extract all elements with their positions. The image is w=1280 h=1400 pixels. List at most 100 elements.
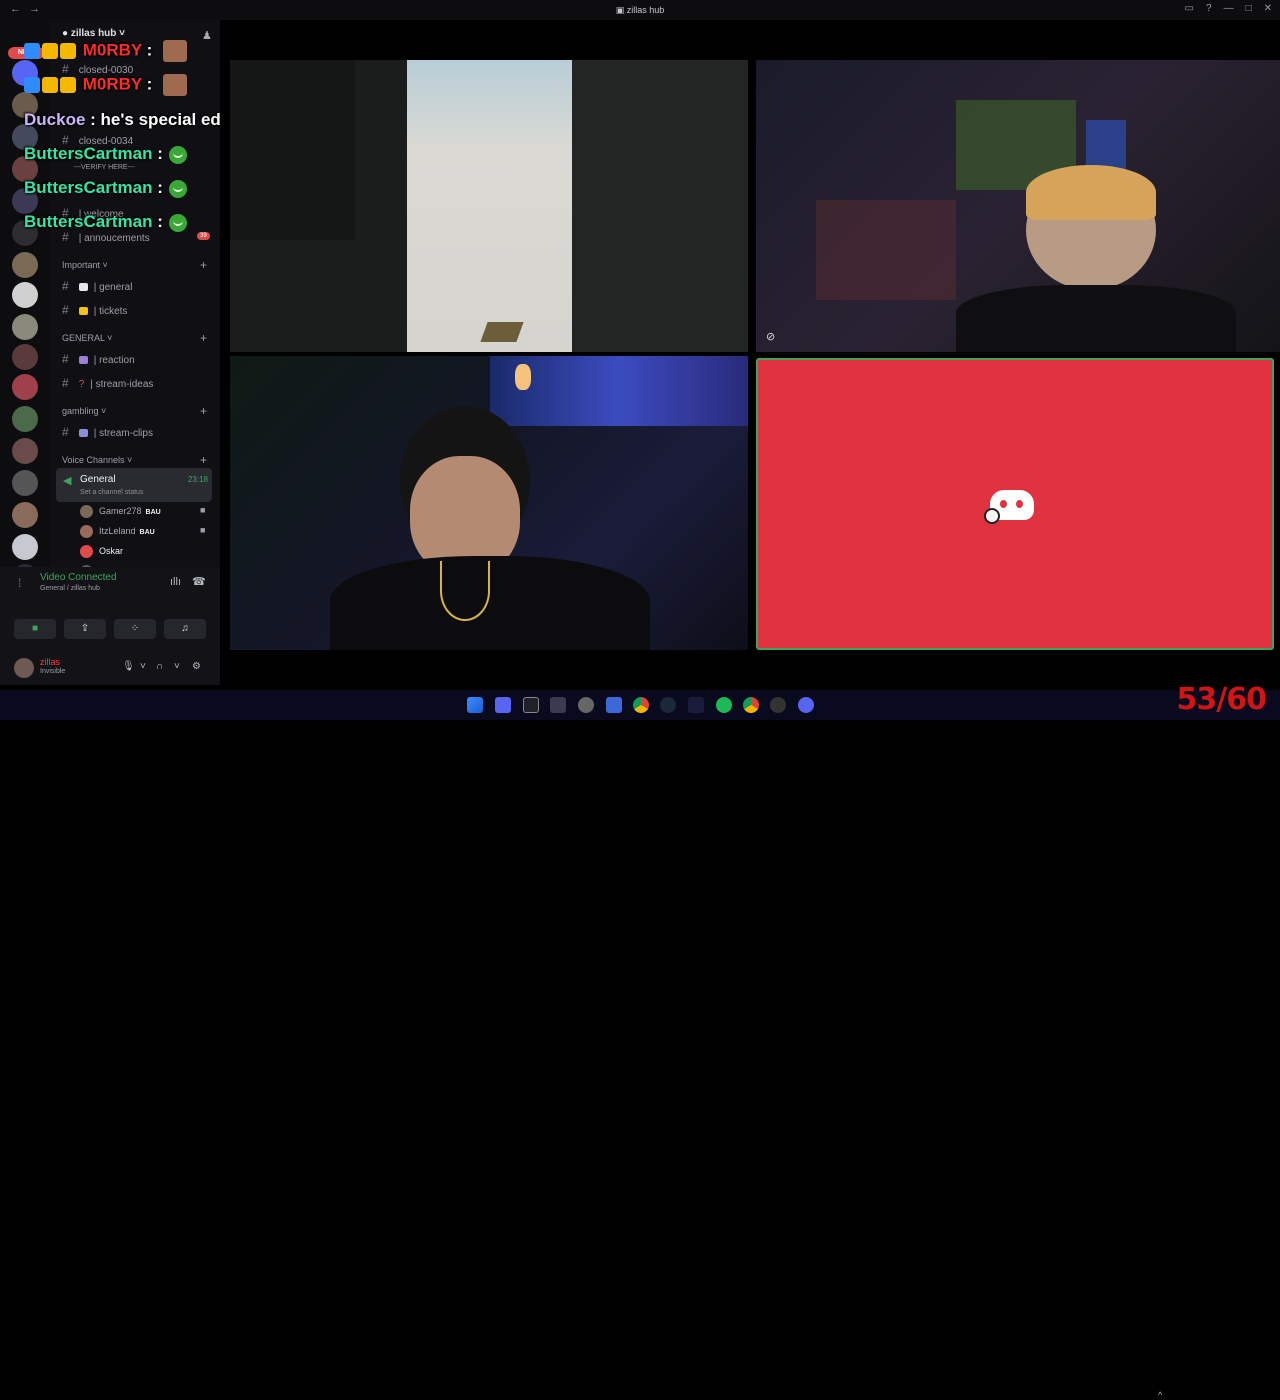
spotify-icon[interactable] bbox=[716, 697, 732, 713]
channel-verify[interactable]: ---VERIFY HERE--- bbox=[74, 164, 135, 171]
channel-general[interactable]: # | general bbox=[62, 279, 132, 293]
badge-icon bbox=[24, 77, 40, 93]
discord-icon[interactable] bbox=[798, 697, 814, 713]
video-tile-avatar-oskar[interactable] bbox=[756, 358, 1274, 650]
badge-icon bbox=[42, 43, 58, 59]
server-icon[interactable] bbox=[12, 502, 38, 528]
speech-bubble-icon bbox=[78, 283, 88, 292]
chat-username: Duckoe bbox=[24, 110, 86, 129]
clip-icon bbox=[78, 429, 88, 438]
channel-stream-ideas[interactable]: #? | stream-ideas bbox=[62, 376, 153, 390]
server-name[interactable]: ● zillas hub ˅ bbox=[62, 28, 125, 39]
chevron-down-icon[interactable]: ˅ bbox=[140, 661, 146, 672]
chat-line: Duckoe : he's special ed bbox=[24, 110, 221, 130]
add-channel-icon[interactable]: + bbox=[200, 404, 207, 418]
voice-user[interactable]: ItzLeland BAU bbox=[80, 525, 155, 538]
chat-text: : bbox=[146, 74, 153, 94]
voice-channel-general[interactable]: ◀ General Set a channel status 23:18 bbox=[56, 468, 212, 502]
video-tile-screenshare[interactable] bbox=[230, 60, 748, 352]
logo-eye bbox=[1000, 500, 1007, 508]
user-tag: BAU bbox=[139, 528, 155, 536]
video-tile-webcam-2[interactable] bbox=[230, 356, 748, 650]
app-grid-icon[interactable] bbox=[495, 697, 511, 713]
window-title: ▣ zillas hub bbox=[615, 5, 665, 15]
speaker-icon: ◀ bbox=[63, 475, 72, 487]
disconnect-icon[interactable]: ☎ bbox=[192, 575, 206, 588]
inbox-icon[interactable]: ▭ bbox=[1185, 3, 1194, 14]
gear-icon[interactable]: ⚙ bbox=[192, 661, 201, 672]
voice-channel-timer: 23:18 bbox=[187, 475, 208, 484]
maximize-icon[interactable]: □ bbox=[1246, 3, 1252, 14]
app-icon[interactable] bbox=[550, 697, 566, 713]
server-icon[interactable] bbox=[12, 314, 38, 340]
category-general[interactable]: GENERAL ˅ bbox=[62, 333, 112, 343]
vscode-icon[interactable] bbox=[606, 697, 622, 713]
microphone-icon[interactable]: 🎙 bbox=[122, 661, 135, 672]
add-member-icon[interactable]: ♟ bbox=[202, 29, 212, 42]
channel-tickets[interactable]: # | tickets bbox=[62, 303, 127, 317]
camera-button[interactable]: ■ bbox=[14, 619, 56, 639]
user-tag: BAU bbox=[145, 508, 161, 516]
chrome-icon[interactable] bbox=[743, 697, 759, 713]
channel-label: | stream-clips bbox=[93, 428, 153, 439]
video-tile-webcam-1[interactable]: ⊘ bbox=[756, 60, 1280, 352]
chrome-icon[interactable] bbox=[633, 697, 649, 713]
ticket-icon bbox=[78, 307, 88, 316]
soundboard-button[interactable]: ♫ bbox=[164, 619, 206, 639]
headphones-icon[interactable]: ∩ bbox=[156, 661, 163, 672]
category-gambling[interactable]: gambling ˅ bbox=[62, 406, 106, 416]
channel-stream-clips[interactable]: # | stream-clips bbox=[62, 425, 153, 439]
crown-icon bbox=[60, 77, 76, 93]
add-channel-icon[interactable]: + bbox=[200, 258, 207, 272]
channel-reaction[interactable]: # | reaction bbox=[62, 352, 135, 366]
chevron-up-icon[interactable]: ^ bbox=[1158, 1390, 1162, 1400]
avatar bbox=[80, 525, 93, 538]
server-icon[interactable] bbox=[12, 470, 38, 496]
server-icon[interactable] bbox=[12, 438, 38, 464]
chat-username: M0RBY bbox=[82, 40, 142, 60]
minimize-icon[interactable]: — bbox=[1224, 3, 1234, 14]
chat-text: : bbox=[157, 212, 163, 231]
camera-icon: ■ bbox=[200, 525, 206, 535]
avatar[interactable] bbox=[14, 658, 34, 678]
camera-off-icon: ⊘ bbox=[766, 331, 776, 343]
video-stage: ⊘ bbox=[220, 20, 1280, 685]
help-icon[interactable]: ? bbox=[1206, 3, 1212, 14]
media-player-icon[interactable] bbox=[770, 697, 786, 713]
close-icon[interactable]: ✕ bbox=[1264, 3, 1272, 14]
voice-status-subtitle: General / zillas hub bbox=[40, 585, 100, 592]
window-controls: ▭ ? — □ ✕ bbox=[1185, 3, 1272, 14]
activities-button[interactable]: ⁘ bbox=[114, 619, 156, 639]
windows-start-icon[interactable] bbox=[467, 697, 483, 713]
chevron-down-icon[interactable]: ˅ bbox=[174, 661, 180, 672]
channel-annoucements[interactable]: # | annoucements bbox=[62, 230, 150, 244]
add-channel-icon[interactable]: + bbox=[200, 453, 207, 467]
next-icon[interactable] bbox=[688, 697, 704, 713]
bed bbox=[816, 200, 956, 300]
noise-suppression-icon[interactable]: ıllı bbox=[170, 576, 181, 588]
signal-icon: ⁞ bbox=[18, 576, 22, 590]
avatar bbox=[80, 545, 93, 558]
server-icon[interactable] bbox=[12, 374, 38, 400]
chat-line: ButtersCartman : bbox=[24, 212, 187, 232]
emote-face bbox=[163, 74, 188, 96]
category-important[interactable]: Important ˅ bbox=[62, 260, 108, 270]
steam-icon[interactable] bbox=[660, 697, 676, 713]
server-icon[interactable] bbox=[12, 252, 38, 278]
lamp bbox=[515, 364, 531, 390]
server-icon[interactable] bbox=[12, 406, 38, 432]
search-icon[interactable] bbox=[523, 697, 539, 713]
server-icon[interactable] bbox=[12, 344, 38, 370]
category-voice[interactable]: Voice Channels ˅ bbox=[62, 455, 132, 465]
add-channel-icon[interactable]: + bbox=[200, 331, 207, 345]
voice-status-title[interactable]: Video Connected bbox=[40, 572, 117, 583]
voice-user[interactable]: Oskar bbox=[80, 545, 123, 558]
chat-username: ButtersCartman bbox=[24, 144, 153, 163]
voice-user[interactable]: Gamer278 BAU bbox=[80, 505, 161, 518]
server-icon[interactable] bbox=[12, 282, 38, 308]
app-icon[interactable] bbox=[578, 697, 594, 713]
server-icon[interactable] bbox=[12, 534, 38, 560]
screenshare-button[interactable]: ⇪ bbox=[64, 619, 106, 639]
voice-channel-status[interactable]: Set a channel status bbox=[80, 489, 143, 496]
channel-label: | annoucements bbox=[78, 233, 150, 244]
